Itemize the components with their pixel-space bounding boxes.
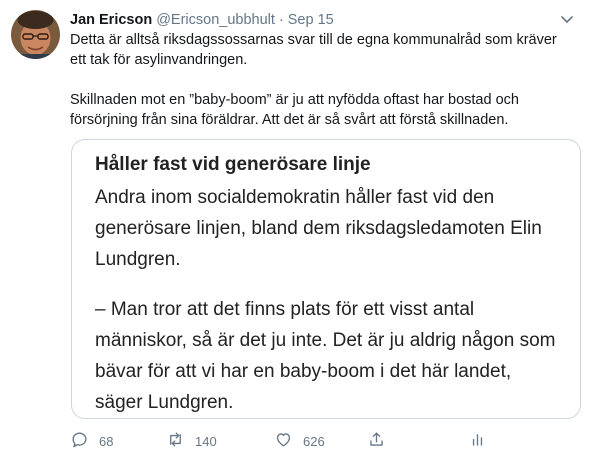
share-icon — [367, 430, 386, 452]
chevron-down-icon[interactable] — [559, 12, 575, 28]
author-handle[interactable]: @Ericson_ubbhult — [156, 12, 275, 28]
tweet[interactable]: Jan Ericson @Ericson_ubbhult · Sep 15 De… — [0, 0, 589, 462]
image-heading: Håller fast vid generösare linje — [95, 154, 371, 175]
like-button[interactable]: 626 — [274, 430, 325, 452]
image-paragraph: Andra inom socialdemokratin håller fast … — [95, 187, 542, 270]
tweet-actions: 68 140 626 — [70, 430, 550, 452]
share-button[interactable] — [367, 430, 386, 452]
analytics-button[interactable] — [468, 430, 487, 452]
heart-icon — [274, 430, 293, 452]
tweet-text: Detta är alltså riksdagssossarnas svar t… — [70, 30, 575, 130]
reply-button[interactable]: 68 — [70, 430, 113, 452]
avatar[interactable] — [11, 10, 60, 59]
reply-count: 68 — [99, 433, 114, 449]
tweet-date[interactable]: Sep 15 — [288, 12, 334, 28]
reply-icon — [70, 430, 89, 452]
analytics-icon — [468, 430, 487, 452]
retweet-button[interactable]: 140 — [166, 430, 217, 452]
attached-image[interactable]: Håller fast vid generösare linje Andra i… — [71, 139, 581, 419]
separator-dot: · — [278, 12, 284, 28]
author-display-name[interactable]: Jan Ericson — [70, 12, 152, 28]
tweet-header: Jan Ericson @Ericson_ubbhult · Sep 15 — [70, 10, 575, 30]
image-paragraph: – Man tror att det finns plats för ett v… — [95, 299, 556, 413]
tweet-text-paragraph: Detta är alltså riksdagssossarnas svar t… — [70, 32, 557, 68]
retweet-count: 140 — [195, 433, 217, 449]
like-count: 626 — [303, 433, 325, 449]
tweet-text-paragraph: Skillnaden mot en ”baby-boom” är ju att … — [70, 92, 519, 128]
retweet-icon — [166, 430, 185, 452]
